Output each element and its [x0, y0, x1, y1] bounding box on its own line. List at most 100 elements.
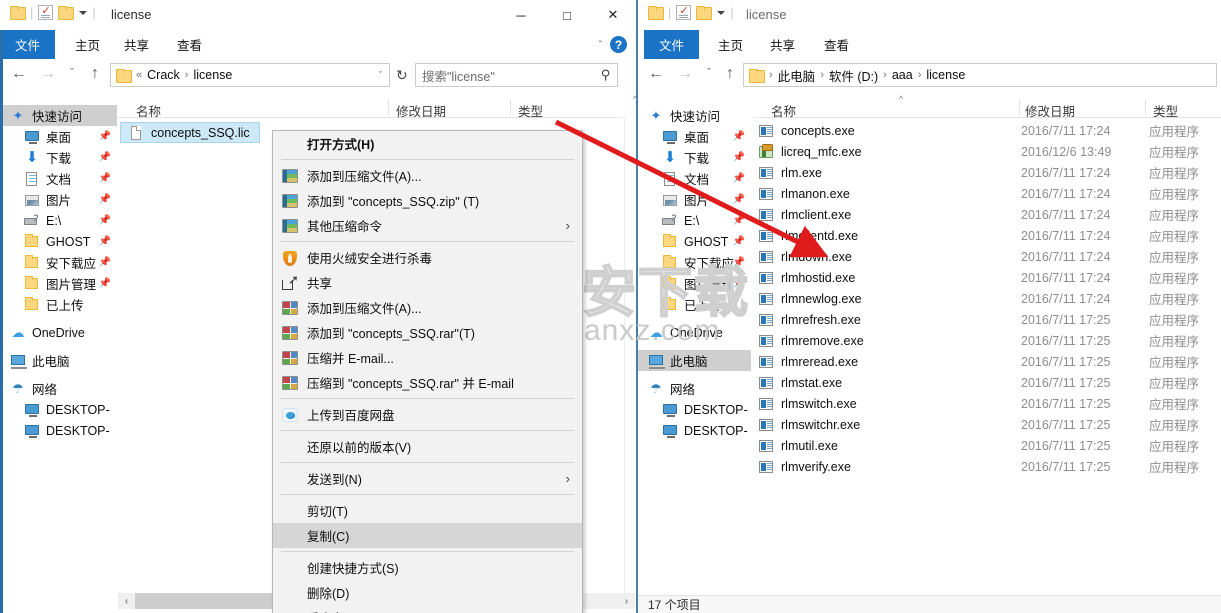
- pin-icon[interactable]: 📌: [99, 152, 111, 163]
- file-list-item[interactable]: rlmhostid.exe 2016/7/11 17:24 应用程序: [753, 267, 1218, 288]
- sidebar-item[interactable]: 桌面 📌: [0, 126, 117, 147]
- ribbon-expand-icon[interactable]: ˇ: [599, 40, 602, 51]
- file-list-item[interactable]: rlmnewlog.exe 2016/7/11 17:24 应用程序: [753, 288, 1218, 309]
- context-menu-item[interactable]: 压缩并 E-mail...: [273, 345, 582, 370]
- sidebar-item[interactable]: ⬇ 下载 📌: [0, 147, 117, 168]
- file-list-item[interactable]: rlmrefresh.exe 2016/7/11 17:25 应用程序: [753, 309, 1218, 330]
- right-navigation-pane[interactable]: ✦ 快速访问 桌面 📌 ⬇ 下载 📌 文档 📌 图片 📌? E:\ 📌 GHOST 📌 安下载应 📌 图片管理 📌 已…: [638, 105, 751, 585]
- sidebar-item[interactable]: 安下载应 📌: [638, 252, 751, 273]
- sidebar-item[interactable]: 此电脑: [0, 350, 117, 371]
- sidebar-item[interactable]: ☂ 网络: [638, 378, 751, 399]
- folder-icon[interactable]: [10, 6, 26, 20]
- file-list-item[interactable]: rlmutil.exe 2016/7/11 17:25 应用程序: [753, 435, 1218, 456]
- column-header-date[interactable]: 修改日期: [1025, 101, 1075, 120]
- tab-share[interactable]: 共享: [115, 30, 158, 59]
- scroll-left-arrow-icon[interactable]: ‹: [118, 596, 135, 607]
- file-list-item[interactable]: rlmreread.exe 2016/7/11 17:25 应用程序: [753, 351, 1218, 372]
- context-menu-item[interactable]: 添加到 "concepts_SSQ.rar"(T): [273, 320, 582, 345]
- sidebar-item[interactable]: 图片 📌: [638, 189, 751, 210]
- close-button[interactable]: ✕: [590, 0, 636, 30]
- sidebar-item[interactable]: 此电脑: [638, 350, 751, 371]
- up-button[interactable]: ↑: [721, 65, 739, 83]
- context-menu-item[interactable]: 添加到压缩文件(A)...: [273, 295, 582, 320]
- address-bar[interactable]: › 此电脑 › 软件 (D:) › aaa › license: [743, 63, 1217, 87]
- pin-icon[interactable]: 📌: [99, 173, 111, 184]
- context-menu-item[interactable]: 添加到压缩文件(A)...: [273, 163, 582, 188]
- context-menu-item[interactable]: 打开方式(H): [273, 131, 582, 156]
- pin-icon[interactable]: 📌: [733, 278, 745, 289]
- sidebar-item[interactable]: DESKTOP-: [0, 420, 117, 441]
- sidebar-item[interactable]: 文档 📌: [0, 168, 117, 189]
- sidebar-item[interactable]: ☁ OneDrive: [0, 322, 117, 343]
- breadcrumb-item-drive-d[interactable]: 软件 (D:): [825, 66, 882, 85]
- sidebar-item[interactable]: ⬇ 下载 📌: [638, 147, 751, 168]
- context-menu-item[interactable]: 使用火绒安全进行杀毒: [273, 245, 582, 270]
- file-list-item[interactable]: concepts_SSQ.lic: [120, 122, 260, 143]
- folder-icon[interactable]: [648, 6, 664, 20]
- file-list-item[interactable]: rlmclientd.exe 2016/7/11 17:24 应用程序: [753, 225, 1218, 246]
- file-list-item[interactable]: rlmdown.exe 2016/7/11 17:24 应用程序: [753, 246, 1218, 267]
- breadcrumb-item-license[interactable]: license: [922, 68, 969, 82]
- file-list-item[interactable]: rlmstat.exe 2016/7/11 17:25 应用程序: [753, 372, 1218, 393]
- context-menu-item[interactable]: 其他压缩命令 ›: [273, 213, 582, 238]
- left-quick-access-toolbar[interactable]: | |: [10, 4, 96, 20]
- pin-icon[interactable]: 📌: [99, 131, 111, 142]
- back-button[interactable]: ←: [10, 65, 28, 83]
- right-file-list[interactable]: concepts.exe 2016/7/11 17:24 应用程序 licreq_mf…: [753, 120, 1221, 585]
- address-bar[interactable]: « Crack › license ˇ: [110, 63, 390, 87]
- column-header-type[interactable]: 类型: [1153, 101, 1178, 120]
- context-menu-item[interactable]: 删除(D): [273, 580, 582, 605]
- scroll-right-arrow-icon[interactable]: ›: [618, 596, 635, 607]
- column-header-name[interactable]: 名称: [136, 101, 161, 120]
- new-folder-icon[interactable]: [58, 6, 75, 20]
- chevron-down-icon[interactable]: [717, 10, 726, 15]
- sidebar-item[interactable]: GHOST 📌: [638, 231, 751, 252]
- file-list-item[interactable]: rlmremove.exe 2016/7/11 17:25 应用程序: [753, 330, 1218, 351]
- context-menu-item[interactable]: 上传到百度网盘: [273, 402, 582, 427]
- context-menu-item[interactable]: 发送到(N) ›: [273, 466, 582, 491]
- minimize-button[interactable]: ─: [498, 0, 544, 30]
- tab-file[interactable]: 文件: [644, 30, 699, 59]
- sidebar-item[interactable]: DESKTOP-: [638, 420, 751, 441]
- maximize-button[interactable]: □: [544, 0, 590, 30]
- context-menu-item[interactable]: 复制(C): [273, 523, 582, 548]
- context-menu-item[interactable]: ➚ 共享: [273, 270, 582, 295]
- left-vertical-scrollbar[interactable]: [624, 118, 635, 593]
- column-divider-1[interactable]: [1019, 99, 1020, 116]
- pin-icon[interactable]: 📌: [733, 131, 745, 142]
- search-icon[interactable]: ⚲: [601, 67, 611, 83]
- file-list-item[interactable]: rlmswitchr.exe 2016/7/11 17:25 应用程序: [753, 414, 1218, 435]
- context-menu-item[interactable]: 添加到 "concepts_SSQ.zip" (T): [273, 188, 582, 213]
- recent-locations-button[interactable]: ˇ: [700, 67, 718, 79]
- breadcrumb-item-this-pc[interactable]: 此电脑: [774, 66, 820, 85]
- sidebar-item[interactable]: 图片管理 📌: [0, 273, 117, 294]
- forward-button[interactable]: →: [39, 65, 57, 83]
- column-divider-2[interactable]: [1145, 99, 1146, 116]
- file-list-item[interactable]: rlmswitch.exe 2016/7/11 17:25 应用程序: [753, 393, 1218, 414]
- column-divider-1[interactable]: [388, 99, 389, 116]
- sidebar-item[interactable]: 文档 📌: [638, 168, 751, 189]
- sidebar-item[interactable]: ✦ 快速访问: [638, 105, 751, 126]
- pin-icon[interactable]: 📌: [733, 194, 745, 205]
- sidebar-item[interactable]: 已上传: [638, 294, 751, 315]
- pin-icon[interactable]: 📌: [733, 236, 745, 247]
- pin-icon[interactable]: 📌: [99, 278, 111, 289]
- tab-share[interactable]: 共享: [761, 30, 804, 59]
- forward-button[interactable]: →: [676, 65, 694, 83]
- context-menu-item[interactable]: 创建快捷方式(S): [273, 555, 582, 580]
- sidebar-item[interactable]: 安下载应 📌: [0, 252, 117, 273]
- breadcrumb-item-crack[interactable]: Crack: [143, 68, 184, 82]
- pin-icon[interactable]: 📌: [733, 152, 745, 163]
- context-menu-item[interactable]: 还原以前的版本(V): [273, 434, 582, 459]
- properties-icon[interactable]: [676, 4, 692, 20]
- sidebar-item[interactable]: ☂ 网络: [0, 378, 117, 399]
- sidebar-item[interactable]: DESKTOP-: [638, 399, 751, 420]
- column-divider-2[interactable]: [510, 99, 511, 116]
- breadcrumb-root[interactable]: «: [135, 69, 143, 81]
- sidebar-item[interactable]: 图片 📌: [0, 189, 117, 210]
- file-list-item[interactable]: rlm.exe 2016/7/11 17:24 应用程序: [753, 162, 1218, 183]
- file-list-item[interactable]: concepts.exe 2016/7/11 17:24 应用程序: [753, 120, 1218, 141]
- tab-view[interactable]: 查看: [815, 30, 858, 59]
- sidebar-item[interactable]: ✦ 快速访问: [0, 105, 117, 126]
- up-button[interactable]: ↑: [86, 65, 104, 83]
